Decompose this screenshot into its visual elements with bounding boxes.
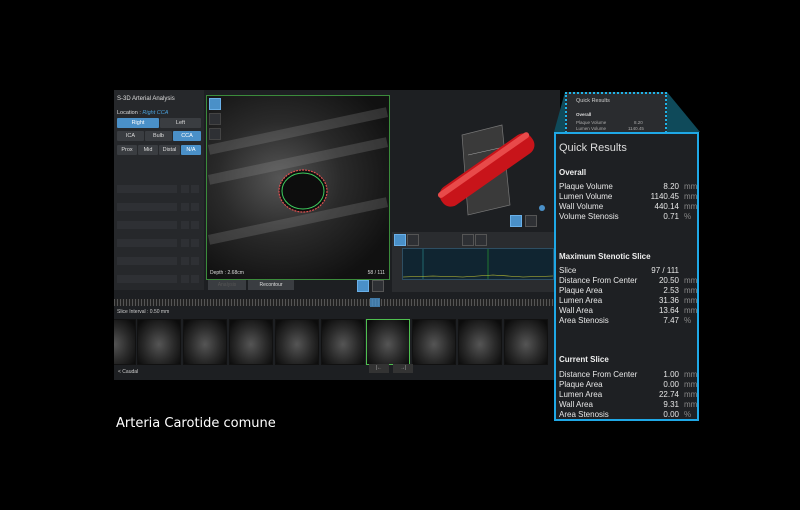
thumbnail[interactable] bbox=[275, 319, 319, 365]
graph-plot-area bbox=[402, 248, 554, 280]
bulb-button[interactable]: Bulb bbox=[145, 131, 172, 141]
cca-button[interactable]: CCA bbox=[173, 131, 201, 141]
mid-button[interactable]: Mid bbox=[138, 145, 158, 155]
right-button[interactable]: Right bbox=[117, 118, 159, 128]
result-row: Lumen Area 22.74 mm bbox=[559, 390, 698, 399]
na-button[interactable]: N/A bbox=[181, 145, 201, 155]
ultrasound-view[interactable]: Depth : 2.68cm 58 / 111 bbox=[206, 95, 390, 280]
caudal-label[interactable]: < Caudal bbox=[118, 369, 138, 375]
quick-results-small-overall: Overall bbox=[576, 112, 592, 117]
slice-counter: 58 / 111 bbox=[367, 270, 385, 276]
result-row: Slice 97 / 111 bbox=[559, 266, 679, 275]
depth-readout: Depth : 2.68cm bbox=[210, 270, 244, 276]
thumbnail[interactable] bbox=[114, 319, 136, 365]
result-row: Lumen Area 31.36 mm bbox=[559, 296, 698, 305]
thumbnail[interactable] bbox=[504, 319, 548, 365]
quick-results-small-title: Quick Results bbox=[576, 98, 610, 104]
location-row: Location : Right CCA bbox=[117, 110, 168, 116]
zoom-in-icon[interactable] bbox=[462, 234, 474, 246]
arterial-analysis-window: S-3D Arterial Analysis Location : Right … bbox=[114, 90, 560, 380]
view-camera-icon[interactable] bbox=[510, 215, 522, 227]
prox-button[interactable]: Prox bbox=[117, 145, 137, 155]
thumbnail[interactable] bbox=[183, 319, 227, 365]
result-row: Area Stenosis 0.00% bbox=[559, 410, 692, 419]
recontour-button[interactable]: Recontour bbox=[248, 280, 294, 290]
slice-scrubber[interactable] bbox=[114, 299, 560, 306]
thumbnail[interactable] bbox=[137, 319, 181, 365]
image-toolbar: Analysis Recontour bbox=[206, 280, 388, 292]
camera-icon[interactable] bbox=[357, 280, 369, 292]
zoom-tool-icon[interactable] bbox=[209, 128, 221, 140]
controls-panel: S-3D Arterial Analysis Location : Right … bbox=[114, 90, 204, 290]
param-slider-6[interactable] bbox=[117, 268, 201, 288]
quick-results-panel: Quick Results Overall Plaque Volume 8.20 m… bbox=[554, 132, 699, 421]
stenosis-graph[interactable] bbox=[392, 232, 560, 292]
result-row: Wall Volume 440.14 mm bbox=[559, 202, 698, 211]
left-button[interactable]: Left bbox=[160, 118, 201, 128]
thumbnail[interactable] bbox=[229, 319, 273, 365]
graph-options-icon[interactable] bbox=[407, 234, 419, 246]
param-slider-1[interactable] bbox=[117, 178, 201, 198]
result-row: Plaque Volume 8.20 mm bbox=[559, 182, 698, 191]
param-slider-5[interactable] bbox=[117, 250, 201, 270]
result-row: Volume Stenosis 0.71% bbox=[559, 212, 692, 221]
param-slider-4[interactable] bbox=[117, 232, 201, 252]
nav-next-button[interactable]: →| bbox=[393, 364, 413, 373]
distal-button[interactable]: Distal bbox=[159, 145, 180, 155]
quick-results-small: Quick Results Overall Plaque Volume 8.20… bbox=[565, 92, 667, 136]
image-caption: Arteria Carotide comune bbox=[116, 416, 276, 431]
graph-mode-icon[interactable] bbox=[394, 234, 406, 246]
result-row: Plaque Area 2.53 mm bbox=[559, 286, 698, 295]
current-slice-heading: Current Slice bbox=[559, 355, 609, 364]
pan-tool-icon[interactable] bbox=[209, 113, 221, 125]
result-row: Plaque Area 0.00 mm bbox=[559, 380, 698, 389]
thumbnail[interactable] bbox=[412, 319, 456, 365]
vessel-3d-render bbox=[437, 124, 545, 216]
thumbnail[interactable] bbox=[321, 319, 365, 365]
app-title: S-3D Arterial Analysis bbox=[117, 96, 175, 102]
max-stenotic-heading: Maximum Stenotic Slice bbox=[559, 252, 651, 261]
contour-overlay bbox=[278, 169, 328, 213]
result-row: Distance From Center 20.50 mm bbox=[559, 276, 698, 285]
param-slider-2[interactable] bbox=[117, 196, 201, 216]
ica-button[interactable]: ICA bbox=[117, 131, 144, 141]
result-row: Wall Area 9.31 mm bbox=[559, 400, 698, 409]
report-icon[interactable] bbox=[372, 280, 384, 292]
result-row: Distance From Center 1.00 mm bbox=[559, 370, 698, 379]
thumbnail-selected[interactable] bbox=[366, 319, 410, 365]
quick-results-title: Quick Results bbox=[559, 142, 627, 154]
location-value: Right CCA bbox=[142, 110, 169, 116]
result-row: Lumen Volume 1140.45 mm bbox=[559, 192, 698, 201]
result-row: Wall Area 13.64 mm bbox=[559, 306, 698, 315]
thumbnail[interactable] bbox=[458, 319, 502, 365]
param-slider-3[interactable] bbox=[117, 214, 201, 234]
nav-prev-button[interactable]: |← bbox=[369, 364, 389, 373]
rotate-tool-icon[interactable] bbox=[209, 98, 221, 110]
view-settings-icon[interactable] bbox=[525, 215, 537, 227]
analysis-button[interactable]: Analysis bbox=[208, 280, 246, 290]
slice-interval: Slice Interval : 0.50 mm bbox=[117, 309, 170, 315]
zoom-out-icon[interactable] bbox=[475, 234, 487, 246]
slice-thumbnails bbox=[114, 319, 560, 365]
result-row: Area Stenosis 7.47% bbox=[559, 316, 692, 325]
overall-heading: Overall bbox=[559, 168, 587, 177]
vessel-3d-view[interactable] bbox=[392, 95, 560, 230]
scrubber-handle[interactable] bbox=[370, 298, 380, 307]
graph-lines bbox=[402, 249, 554, 279]
location-label: Location : bbox=[117, 110, 141, 116]
